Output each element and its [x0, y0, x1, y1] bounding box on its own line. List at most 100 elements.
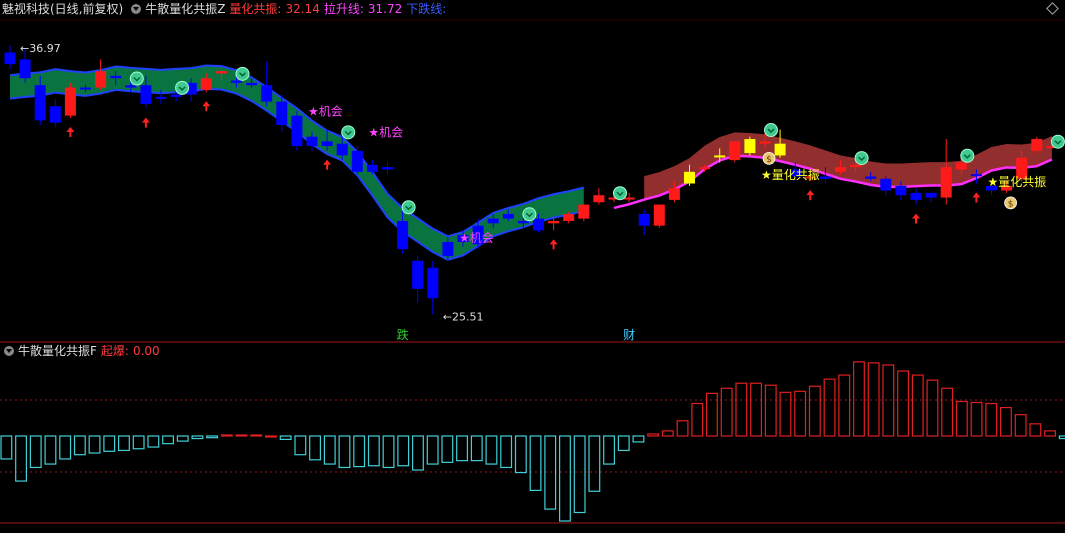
candle [412, 256, 424, 303]
candle-body [744, 139, 756, 154]
legend-down-label: 下跌线: [406, 2, 447, 16]
high-price-marker: ←36.97 [20, 42, 61, 55]
chart-svg: $ $ ←36.97 ←25.51 ★机会 ★机会 ★机会 ★量化共振 ★量化共振跌 财 [0, 19, 1065, 524]
candle-body [125, 85, 137, 88]
candle-body [200, 78, 212, 90]
main-header: 魅视科技(日线,前复权) 牛散量化共振Z 量化共振: 32.14 拉升线: 31… [0, 1, 454, 17]
green-signal-icon [613, 186, 627, 201]
signal-label: ★机会 [308, 105, 343, 119]
oscillator-bar [338, 435, 351, 469]
oscillator-bar [1044, 430, 1056, 437]
low-price-marker: ←25.51 [443, 310, 484, 323]
candle-body [517, 220, 529, 224]
price-label: ←36.97 [20, 42, 61, 55]
oscillator-bar [985, 402, 998, 437]
buy-arrow-icon [806, 190, 815, 201]
candle-body [382, 167, 393, 170]
candle-body [80, 87, 91, 90]
oscillator-bar [514, 435, 527, 474]
arrow-head [806, 190, 815, 196]
candle [64, 82, 76, 118]
oscillator-bar [808, 385, 821, 437]
candle [940, 139, 952, 205]
oscillator-bar [397, 435, 410, 467]
oscillator-bar [250, 434, 263, 437]
candle-body [955, 162, 967, 170]
candle-body [231, 80, 242, 83]
candle-body [487, 218, 499, 224]
oscillator-bar [265, 435, 277, 438]
oscillator-bar [911, 374, 924, 437]
candle-body [880, 178, 892, 191]
candle-body [276, 101, 288, 125]
signal-circle [613, 186, 627, 201]
candle-body [1031, 139, 1043, 151]
oscillator-bar [500, 435, 513, 469]
candle [744, 136, 756, 156]
candle [4, 45, 16, 69]
bottom-signal-label: 跌 [397, 327, 409, 342]
candle-body [835, 167, 846, 172]
oscillator-bar [750, 382, 763, 437]
oscillator-bar [794, 390, 807, 437]
candle-body [366, 164, 378, 172]
candle-body [442, 242, 454, 257]
oscillator-bar [676, 420, 689, 437]
green-signal-icon [129, 71, 144, 86]
oscillator-bar [88, 435, 101, 454]
oscillator-bar [852, 361, 865, 437]
oscillator-bar [867, 362, 880, 437]
oscillator-bar [367, 435, 380, 467]
signal-circle [341, 125, 356, 140]
candle-body [819, 176, 831, 179]
candle-body [291, 115, 303, 147]
green-signal-icon [522, 207, 537, 222]
oscillator-bar [103, 435, 116, 452]
oscillator-bar [73, 435, 86, 456]
candle-body [759, 141, 771, 144]
candle [382, 162, 393, 175]
green-signal-icon [341, 125, 356, 140]
signal-circle [129, 71, 144, 86]
oscillator-bar [838, 374, 851, 437]
signal-label: ★机会 [459, 231, 494, 245]
candle-body [850, 164, 862, 168]
candle-body [215, 71, 227, 74]
signal-circle [175, 80, 190, 95]
buy-arrow-icon [202, 101, 211, 112]
sub-indicator-name[interactable]: 牛散量化共振F [18, 343, 97, 359]
oscillator-bar [44, 435, 57, 465]
oscillator-bar [441, 435, 454, 463]
candle [427, 260, 439, 315]
candle-body [533, 218, 544, 231]
oscillator-bar [603, 435, 616, 465]
oscillator-bar [529, 435, 542, 492]
buy-arrow-icon [323, 159, 332, 170]
candle-body [170, 94, 182, 97]
candle [729, 141, 741, 163]
oscillator-bar [1014, 414, 1027, 437]
oscillator-bar [999, 406, 1012, 437]
oscillator-bar [1029, 423, 1042, 437]
oscillator-bar [353, 435, 366, 468]
oscillator-bar [970, 401, 983, 437]
sub-indicator-dropdown-icon[interactable] [4, 346, 14, 356]
oscillator-bar [279, 435, 292, 441]
indicator-name[interactable]: 牛散量化共振Z [145, 1, 225, 17]
oscillator-bar [176, 435, 189, 442]
signal-circle [854, 151, 869, 166]
oscillator-bar [588, 435, 601, 492]
candle-body [774, 143, 786, 156]
oscillator-bar [0, 435, 13, 460]
oscillator-bar [456, 435, 469, 462]
candle-body [970, 174, 982, 177]
indicator-dropdown-icon[interactable] [131, 4, 142, 14]
arrow-head [549, 239, 558, 245]
oscillator-bar [426, 435, 439, 465]
signal-circle [764, 123, 778, 138]
candle-body [427, 267, 439, 299]
candle-body [397, 220, 409, 250]
candle-body [110, 75, 122, 79]
signal-circle [401, 200, 416, 215]
stock-name: 魅视科技(日线,前复权) [2, 2, 124, 16]
